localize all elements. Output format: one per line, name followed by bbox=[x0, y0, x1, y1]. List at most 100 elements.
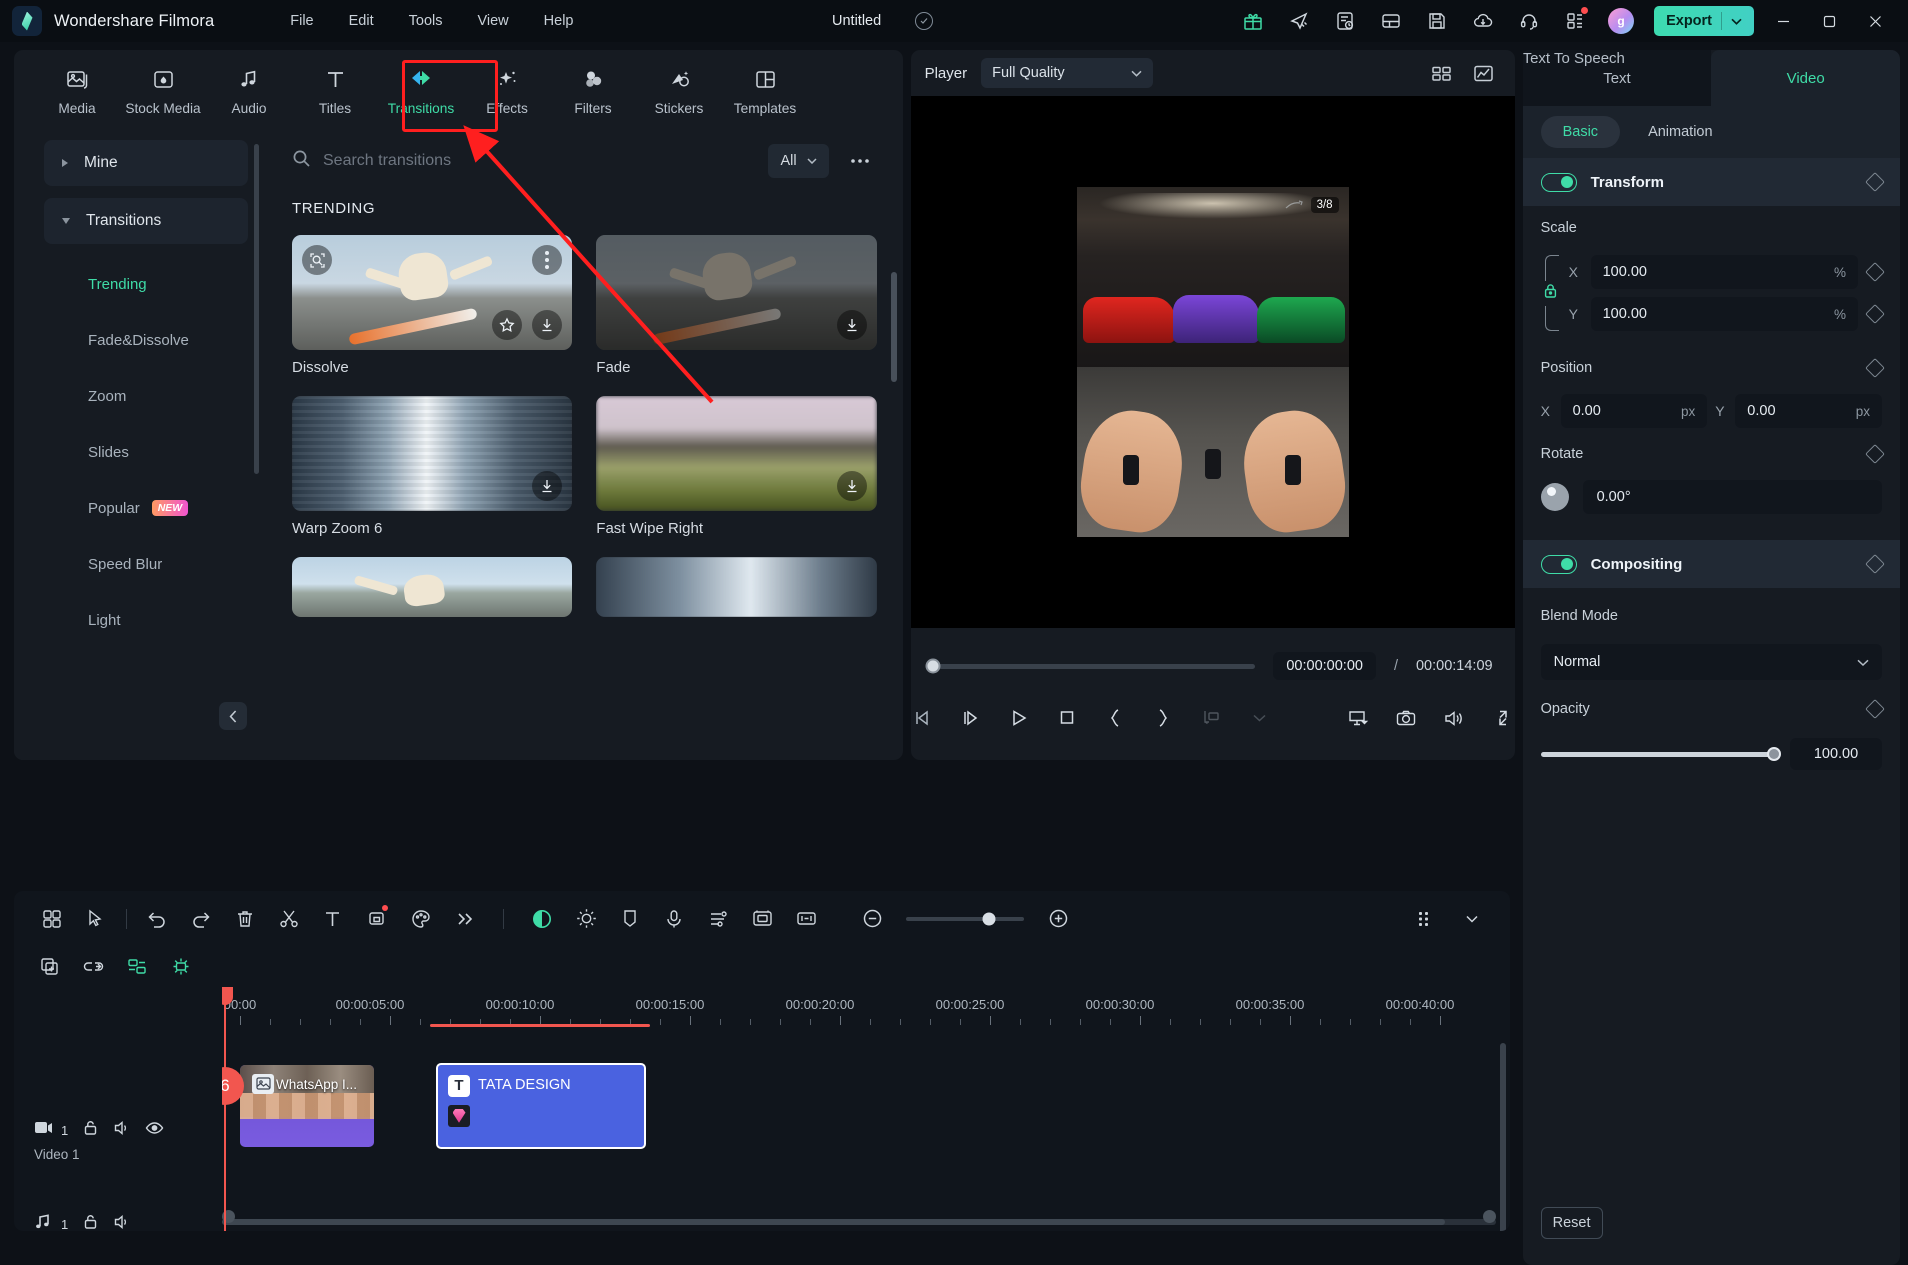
tab-stock-media[interactable]: Stock Media bbox=[122, 59, 204, 121]
rotate-input[interactable]: 0.00° bbox=[1582, 480, 1882, 514]
curve-view-icon[interactable] bbox=[1467, 58, 1501, 88]
thumbnail[interactable] bbox=[596, 235, 877, 350]
timeline-vertical-scrollbar[interactable] bbox=[1500, 1042, 1506, 1231]
thumbnail[interactable] bbox=[292, 396, 573, 511]
play-icon[interactable] bbox=[1007, 702, 1031, 734]
thumbnail[interactable] bbox=[292, 235, 573, 350]
save-icon[interactable] bbox=[1414, 0, 1460, 42]
keyframe-diamond-icon[interactable] bbox=[1865, 444, 1885, 464]
unlock-icon[interactable] bbox=[82, 1119, 99, 1142]
current-time[interactable]: 00:00:00:00 bbox=[1273, 652, 1376, 680]
color-palette-icon[interactable] bbox=[399, 899, 443, 939]
task-list-icon[interactable] bbox=[1322, 0, 1368, 42]
close-button[interactable] bbox=[1852, 0, 1898, 42]
keyframe-diamond-icon[interactable] bbox=[1865, 554, 1885, 574]
download-icon[interactable] bbox=[836, 310, 867, 340]
track-header-video1[interactable]: 1 Video 1 bbox=[34, 1119, 164, 1162]
rotate-dial[interactable] bbox=[1540, 483, 1569, 511]
export-button[interactable]: Export bbox=[1654, 6, 1754, 36]
timeline-horizontal-scrollbar[interactable] bbox=[222, 1210, 1496, 1225]
transition-card-row3-right[interactable] bbox=[596, 557, 877, 626]
gift-icon[interactable] bbox=[1230, 0, 1276, 42]
category-speed-blur[interactable]: Speed Blur bbox=[28, 536, 264, 592]
volume-icon[interactable] bbox=[1442, 702, 1466, 734]
position-x-input[interactable]: 0.00 px bbox=[1560, 394, 1708, 428]
more-options-icon[interactable] bbox=[843, 144, 877, 178]
opacity-value[interactable]: 100.00 bbox=[1790, 738, 1882, 770]
link-icon[interactable] bbox=[78, 953, 108, 981]
zoom-slider[interactable] bbox=[906, 912, 1024, 926]
grid-templates-icon[interactable] bbox=[30, 899, 74, 939]
split-arrange-icon[interactable] bbox=[122, 953, 152, 981]
timeline-tracks-area[interactable]: 00:00 00:00:05:00 00:00:10:00 00:00:15:0… bbox=[222, 986, 1510, 1231]
eye-icon[interactable] bbox=[145, 1119, 164, 1142]
fit-timeline-icon[interactable] bbox=[784, 899, 828, 939]
keyframe-diamond-icon[interactable] bbox=[1865, 358, 1885, 378]
stop-icon[interactable] bbox=[1055, 702, 1079, 734]
thumbnail[interactable] bbox=[596, 396, 877, 511]
microphone-icon[interactable] bbox=[652, 899, 696, 939]
avatar[interactable]: g bbox=[1598, 0, 1644, 42]
mute-icon[interactable] bbox=[113, 1213, 131, 1231]
keyframe-diamond-icon[interactable] bbox=[1865, 172, 1885, 192]
color-match-icon[interactable] bbox=[520, 899, 564, 939]
playhead[interactable]: 6 bbox=[222, 986, 244, 1231]
subtab-basic[interactable]: Basic bbox=[1540, 116, 1621, 148]
send-icon[interactable] bbox=[1276, 0, 1322, 42]
tab-stickers[interactable]: Stickers bbox=[638, 59, 720, 121]
auto-sync-icon[interactable] bbox=[166, 953, 196, 981]
menu-view[interactable]: View bbox=[461, 7, 524, 35]
category-popular[interactable]: Popular NEW bbox=[28, 480, 264, 536]
zoom-in-icon[interactable] bbox=[1036, 899, 1080, 939]
maximize-button[interactable] bbox=[1806, 0, 1852, 42]
category-trending[interactable]: Trending bbox=[28, 256, 264, 312]
search-input[interactable] bbox=[323, 152, 755, 170]
quality-select[interactable]: Full Quality bbox=[981, 58, 1154, 88]
video-track-lane[interactable]: WhatsApp I... T TATA DESIGN bbox=[222, 1033, 1510, 1149]
thumbnail[interactable] bbox=[596, 557, 877, 617]
marker-icon[interactable] bbox=[608, 899, 652, 939]
crop-icon[interactable] bbox=[355, 899, 399, 939]
unlock-icon[interactable] bbox=[82, 1213, 99, 1231]
transition-card-fast-wipe-right[interactable]: Fast Wipe Right bbox=[596, 396, 877, 537]
fullscreen-icon[interactable] bbox=[1491, 702, 1515, 734]
more-chevrons-icon[interactable] bbox=[443, 899, 487, 939]
hscroll-right-cap[interactable] bbox=[1483, 1210, 1496, 1223]
cut-scissors-icon[interactable] bbox=[267, 899, 311, 939]
thumbnail[interactable] bbox=[292, 557, 573, 617]
subtab-animation[interactable]: Animation bbox=[1626, 116, 1734, 148]
tab-templates[interactable]: Templates bbox=[724, 59, 806, 121]
apps-grid-icon[interactable] bbox=[1552, 0, 1598, 42]
step-forward-icon[interactable] bbox=[959, 702, 983, 734]
track-settings-icon[interactable] bbox=[1404, 899, 1448, 939]
track-header-audio1[interactable]: 1 Audio 1 bbox=[34, 1213, 131, 1231]
seek-handle[interactable] bbox=[925, 658, 941, 674]
camera-snapshot-icon[interactable] bbox=[1394, 702, 1418, 734]
gallery-scrollbar[interactable] bbox=[890, 272, 897, 382]
chevron-down-icon[interactable] bbox=[1247, 702, 1271, 734]
opacity-handle[interactable] bbox=[1767, 747, 1781, 761]
tab-text-to-speech[interactable]: Text To Speech bbox=[1522, 50, 1625, 67]
menu-tools[interactable]: Tools bbox=[393, 7, 459, 35]
category-zoom[interactable]: Zoom bbox=[28, 368, 264, 424]
tab-audio[interactable]: Audio bbox=[208, 59, 290, 121]
display-mode-icon[interactable] bbox=[1346, 702, 1370, 734]
transition-card-fade[interactable]: Fade bbox=[596, 235, 877, 376]
compositing-toggle[interactable] bbox=[1540, 554, 1577, 574]
zoom-preview-icon[interactable] bbox=[302, 245, 332, 275]
zoom-out-icon[interactable] bbox=[850, 899, 894, 939]
headset-icon[interactable] bbox=[1506, 0, 1552, 42]
dropdown-icon[interactable] bbox=[1450, 899, 1494, 939]
auto-enhance-icon[interactable] bbox=[564, 899, 608, 939]
scale-y-input[interactable]: 100.00 % bbox=[1590, 297, 1858, 331]
snapshot-marker-icon[interactable] bbox=[1199, 702, 1223, 734]
mark-out-icon[interactable] bbox=[1151, 702, 1175, 734]
auto-reframe-icon[interactable] bbox=[740, 899, 784, 939]
category-fade-dissolve[interactable]: Fade&Dissolve bbox=[28, 312, 264, 368]
cloud-upload-icon[interactable] bbox=[1460, 0, 1506, 42]
zoom-handle[interactable] bbox=[982, 912, 996, 926]
tab-titles[interactable]: Titles bbox=[294, 59, 376, 121]
filter-select[interactable]: All bbox=[768, 144, 829, 178]
add-track-icon[interactable] bbox=[34, 953, 64, 981]
keyframe-diamond-icon[interactable] bbox=[1865, 304, 1885, 324]
